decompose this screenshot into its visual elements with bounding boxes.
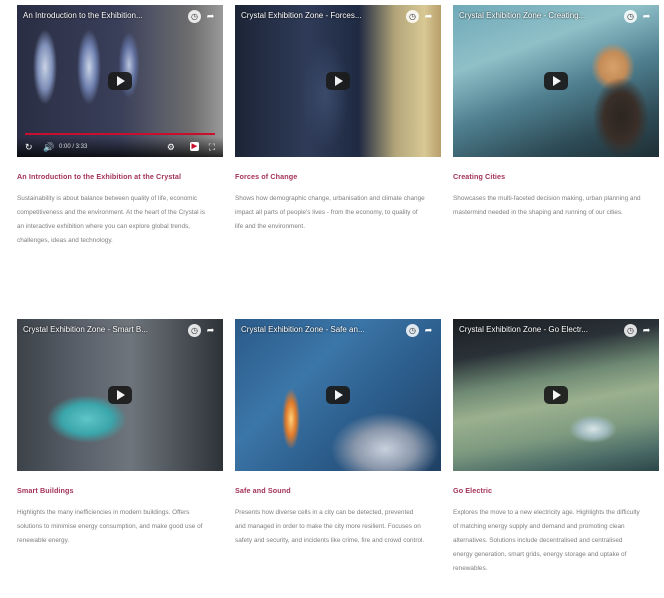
- video-card-description: Sustainability is about balance between …: [17, 195, 205, 244]
- watch-later-icon[interactable]: ◷: [624, 10, 637, 23]
- video-card-description: Showcases the multi-faceted decision mak…: [453, 195, 641, 216]
- video-title-overlay[interactable]: Crystal Exhibition Zone - Creating...: [459, 11, 615, 20]
- video-card-title[interactable]: Forces of Change: [235, 172, 441, 181]
- video-thumbnail[interactable]: Crystal Exhibition Zone - Forces... ◷ ➦: [235, 5, 441, 157]
- watch-later-icon[interactable]: ◷: [188, 10, 201, 23]
- video-card-title[interactable]: Safe and Sound: [235, 486, 441, 495]
- progress-bar[interactable]: [25, 133, 215, 135]
- video-thumbnail[interactable]: Crystal Exhibition Zone - Creating... ◷ …: [453, 5, 659, 157]
- play-icon[interactable]: [326, 72, 350, 90]
- video-card-title[interactable]: Go Electric: [453, 486, 659, 495]
- share-icon[interactable]: ➦: [422, 10, 435, 23]
- replay-icon[interactable]: ↻: [25, 141, 33, 153]
- volume-icon[interactable]: 🔊: [43, 141, 54, 153]
- video-card-description: Presents how diverse cells in a city can…: [235, 509, 425, 544]
- video-title-overlay[interactable]: Crystal Exhibition Zone - Forces...: [241, 11, 397, 20]
- video-card-cities: Crystal Exhibition Zone - Creating... ◷ …: [453, 5, 659, 220]
- fullscreen-icon[interactable]: ⛶: [209, 141, 215, 153]
- video-card-title[interactable]: An Introduction to the Exhibition at the…: [17, 172, 223, 181]
- share-icon[interactable]: ➦: [422, 324, 435, 337]
- video-title-overlay[interactable]: Crystal Exhibition Zone - Smart B...: [23, 325, 179, 334]
- video-thumbnail[interactable]: Crystal Exhibition Zone - Safe an... ◷ ➦: [235, 319, 441, 471]
- share-icon[interactable]: ➦: [640, 324, 653, 337]
- video-card-title[interactable]: Smart Buildings: [17, 486, 223, 495]
- video-thumbnail[interactable]: An Introduction to the Exhibition... ◷ ➦…: [17, 5, 223, 157]
- watch-later-icon[interactable]: ◷: [406, 324, 419, 337]
- video-card-electric: Crystal Exhibition Zone - Go Electr... ◷…: [453, 319, 659, 576]
- video-thumbnail[interactable]: Crystal Exhibition Zone - Go Electr... ◷…: [453, 319, 659, 471]
- play-icon[interactable]: [326, 386, 350, 404]
- video-card-description: Shows how demographic change, urbanisati…: [235, 195, 425, 230]
- watch-later-icon[interactable]: ◷: [624, 324, 637, 337]
- share-icon[interactable]: ➦: [204, 10, 217, 23]
- share-icon[interactable]: ➦: [640, 10, 653, 23]
- play-icon[interactable]: [108, 386, 132, 404]
- play-icon[interactable]: [544, 386, 568, 404]
- video-card-safe: Crystal Exhibition Zone - Safe an... ◷ ➦…: [235, 319, 441, 548]
- video-title-overlay[interactable]: An Introduction to the Exhibition...: [23, 11, 179, 20]
- video-card-description: Highlights the many inefficiencies in mo…: [17, 509, 203, 544]
- video-title-overlay[interactable]: Crystal Exhibition Zone - Go Electr...: [459, 325, 615, 334]
- video-card-forces: Crystal Exhibition Zone - Forces... ◷ ➦ …: [235, 5, 441, 234]
- youtube-icon[interactable]: ▶: [189, 142, 199, 151]
- watch-later-icon[interactable]: ◷: [188, 324, 201, 337]
- play-icon[interactable]: [544, 72, 568, 90]
- video-title-overlay[interactable]: Crystal Exhibition Zone - Safe an...: [241, 325, 397, 334]
- watch-later-icon[interactable]: ◷: [406, 10, 419, 23]
- settings-icon[interactable]: ⚙: [167, 141, 175, 153]
- time-display: 0:00 / 3:33: [59, 144, 88, 150]
- share-icon[interactable]: ➦: [204, 324, 217, 337]
- video-card-buildings: Crystal Exhibition Zone - Smart B... ◷ ➦…: [17, 319, 223, 548]
- play-icon[interactable]: [108, 72, 132, 90]
- player-controls: ↻ 🔊 0:00 / 3:33 ⚙ ▶ ⛶: [17, 137, 223, 157]
- video-card-description: Explores the move to a new electricity a…: [453, 509, 640, 572]
- video-card-title[interactable]: Creating Cities: [453, 172, 659, 181]
- video-card-intro: An Introduction to the Exhibition... ◷ ➦…: [17, 5, 223, 248]
- video-thumbnail[interactable]: Crystal Exhibition Zone - Smart B... ◷ ➦: [17, 319, 223, 471]
